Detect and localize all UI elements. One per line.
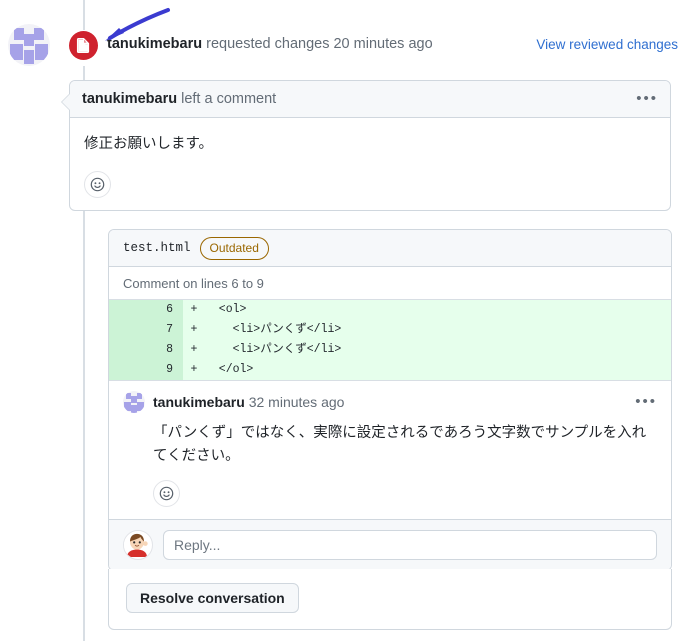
diff-code: </ol> xyxy=(205,360,671,380)
inline-comment-reactions xyxy=(153,479,657,507)
diff-code: <ol> xyxy=(205,300,671,320)
comment-author-line: tanukimebaru left a comment xyxy=(82,91,276,107)
smiley-glyph xyxy=(159,486,174,501)
diff-sign: + xyxy=(183,300,205,320)
review-action-text: requested changes 20 minutes ago xyxy=(202,36,433,52)
inline-comment: tanukimebaru 32 minutes ago ••• 「パンくず」では… xyxy=(109,381,671,519)
diff-sign: + xyxy=(183,360,205,380)
diff-line-number: 8 xyxy=(109,340,183,360)
avatar-glyph xyxy=(124,530,150,557)
comment-card-body: 修正お願いします。 xyxy=(70,118,670,210)
reply-input[interactable] xyxy=(163,529,657,560)
inline-comment-header: tanukimebaru 32 minutes ago ••• xyxy=(123,391,657,413)
comment-action-text: left a comment xyxy=(177,91,277,107)
inline-comment-timestamp: 32 minutes ago xyxy=(248,394,345,410)
inline-comment-author-line: tanukimebaru 32 minutes ago xyxy=(153,394,344,410)
table-row: 7 + <li>パンくず</li> xyxy=(109,320,671,340)
resolve-bar: Resolve conversation xyxy=(108,569,672,630)
avatar xyxy=(123,391,145,413)
diff-code: <li>パンくず</li> xyxy=(205,320,671,340)
table-row: 8 + <li>パンくず</li> xyxy=(109,340,671,360)
smiley-reaction-icon[interactable] xyxy=(153,479,180,507)
comment-text: 修正お願いします。 xyxy=(84,136,214,152)
file-diff-icon xyxy=(76,38,90,53)
table-row: 9 + </ol> xyxy=(109,360,671,380)
inline-comment-author: tanukimebaru xyxy=(153,394,245,410)
timeline-rail-top xyxy=(83,0,85,30)
review-status-badge xyxy=(69,31,98,60)
resolve-conversation-button[interactable]: Resolve conversation xyxy=(126,583,299,613)
diff-line-number: 6 xyxy=(109,300,183,320)
comment-lines-note: Comment on lines 6 to 9 xyxy=(109,267,671,299)
smiley-reaction-icon[interactable] xyxy=(84,171,111,198)
comment-author: tanukimebaru xyxy=(82,91,178,107)
diff-code: <li>パンくず</li> xyxy=(205,340,671,360)
file-thread-header: test.html Outdated xyxy=(109,230,671,267)
kebab-menu-icon[interactable]: ••• xyxy=(635,394,657,409)
diff-sign: + xyxy=(183,320,205,340)
kebab-menu-icon[interactable]: ••• xyxy=(636,91,658,106)
file-comment-thread: test.html Outdated Comment on lines 6 to… xyxy=(108,229,672,571)
diff-sign: + xyxy=(183,340,205,360)
reply-row xyxy=(109,518,671,570)
file-name[interactable]: test.html xyxy=(123,241,191,255)
status-badge: Outdated xyxy=(199,236,269,260)
view-reviewed-changes-link[interactable]: View reviewed changes xyxy=(536,37,678,52)
comment-card-header: tanukimebaru left a comment ••• xyxy=(70,81,670,118)
inline-comment-text: 「パンくず」ではなく、実際に設定されるであろう文字数でサンプルを入れてください。 xyxy=(153,425,647,464)
diff-line-number: 9 xyxy=(109,360,183,380)
table-row: 6 + <ol> xyxy=(109,300,671,320)
smiley-glyph xyxy=(90,177,105,192)
review-summary: tanukimebaru requested changes 20 minute… xyxy=(107,36,433,52)
user-avatar-icon xyxy=(123,529,153,560)
diff-block: 6 + <ol> 7 + <li>パンくず</li> 8 + <li>パンくず<… xyxy=(109,299,671,381)
review-author: tanukimebaru xyxy=(107,36,203,52)
avatar xyxy=(8,24,50,66)
review-comment-card: tanukimebaru left a comment ••• 修正お願いします… xyxy=(61,80,671,211)
diff-line-number: 7 xyxy=(109,320,183,340)
